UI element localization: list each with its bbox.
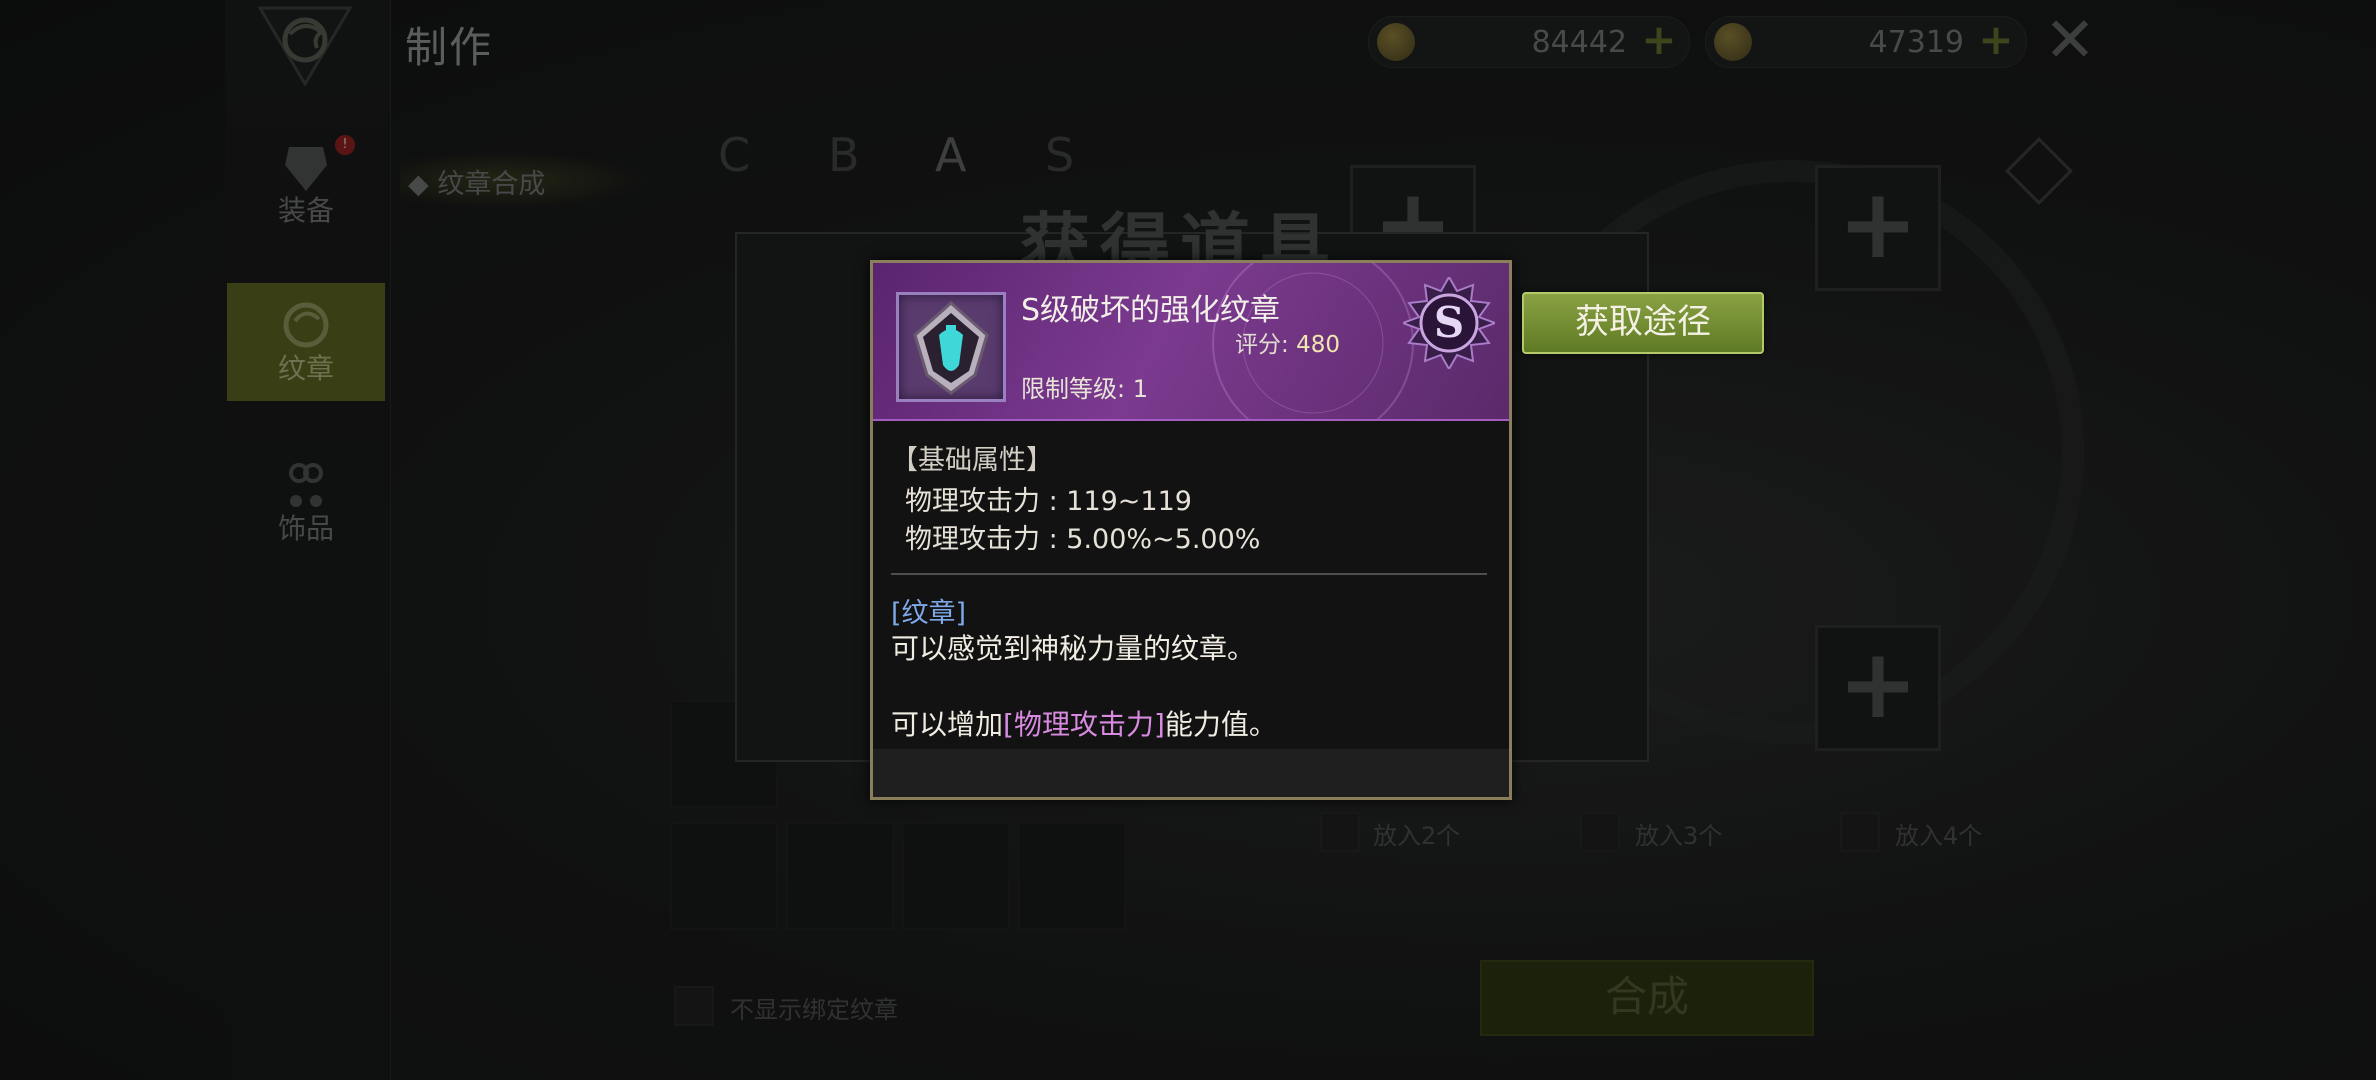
tooltip-divider — [891, 573, 1487, 575]
effect-suffix: 能力值。 — [1164, 708, 1277, 741]
base-attributes-heading: 【基础属性】 — [891, 445, 1053, 476]
score-value: 480 — [1296, 332, 1340, 358]
obtain-method-button[interactable]: 获取途径 — [1522, 292, 1764, 354]
emblem-item-icon — [896, 292, 1006, 402]
tooltip-header: S级破坏的强化纹章 评分: 480 限制等级: 1 S — [873, 263, 1509, 421]
item-score: 评分: 480 — [1235, 325, 1340, 359]
tooltip-body: 【基础属性】 物理攻击力 : 119~119 物理攻击力 : 5.00%~5.0… — [891, 438, 1491, 559]
score-label: 评分: — [1235, 332, 1289, 358]
item-name: S级破坏的强化纹章 — [1021, 293, 1281, 328]
item-effect-description: 可以增加[物理攻击力]能力值。 — [891, 703, 1277, 743]
grade-s-badge-icon: S — [1403, 277, 1495, 369]
grade-letter: S — [1434, 298, 1464, 347]
stat-line: 物理攻击力 : 119~119 — [905, 486, 1192, 517]
effect-highlight: [物理攻击力] — [1003, 708, 1165, 741]
emblem-shield-icon — [913, 300, 989, 395]
item-type-tag: [纹章] — [891, 598, 967, 629]
item-tooltip: S级破坏的强化纹章 评分: 480 限制等级: 1 S 【基础属性】 物理攻击力… — [870, 260, 1512, 800]
tooltip-footer — [873, 749, 1509, 797]
item-description: 可以感觉到神秘力量的纹章。 — [891, 632, 1256, 665]
level-limit: 限制等级: 1 — [1021, 375, 1148, 403]
stat-line: 物理攻击力 : 5.00%~5.00% — [905, 524, 1261, 555]
effect-prefix: 可以增加 — [891, 708, 1004, 741]
